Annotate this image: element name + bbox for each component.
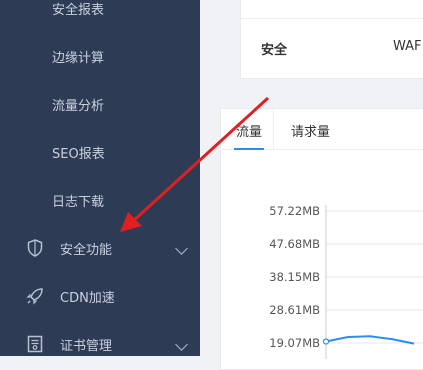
y-tick-label: 38.15MB: [269, 270, 320, 284]
chevron-down-icon: [175, 338, 188, 351]
sidebar-item-cdn[interactable]: CDN加速: [0, 272, 200, 320]
y-tick-label: 28.61MB: [269, 303, 320, 317]
main-content: 安全 WAF 流量 请求量 57.22MB 47.68MB 38.15MB 28.61…: [200, 0, 423, 370]
certificate-icon: [26, 335, 44, 353]
divider: [241, 18, 423, 19]
sidebar-item-security-features[interactable]: 安全功能: [0, 224, 200, 272]
sidebar-item-label: 安全功能: [60, 242, 113, 258]
sidebar-item-label: 证书管理: [60, 338, 113, 354]
sidebar-item-log-download[interactable]: 日志下载: [0, 176, 200, 224]
sidebar: 安全报表 边缘计算 流量分析 SEO报表 日志下载 安全功能 CDN加速 证书管…: [0, 0, 200, 356]
shield-icon: [26, 239, 44, 257]
sidebar-item-edge-computing[interactable]: 边缘计算: [0, 32, 200, 80]
info-row-key: 安全: [261, 43, 288, 58]
sidebar-item-label: SEO报表: [52, 146, 105, 162]
sidebar-item-label: CDN加速: [60, 290, 115, 306]
chevron-down-icon: [175, 242, 188, 255]
sidebar-item-label: 流量分析: [52, 98, 105, 114]
info-row-value: WAF: [393, 39, 422, 54]
sidebar-item-label: 边缘计算: [52, 50, 105, 66]
info-card: 安全 WAF: [240, 0, 423, 79]
y-tick-label: 57.22MB: [269, 204, 320, 218]
sidebar-item-traffic-analysis[interactable]: 流量分析: [0, 80, 200, 128]
rocket-icon: [26, 287, 44, 305]
chart-card: 流量 请求量 57.22MB 47.68MB 38.15MB 28.61MB 19.07…: [220, 108, 423, 370]
y-tick-label: 47.68MB: [269, 237, 320, 251]
traffic-line-chart: 57.22MB 47.68MB 38.15MB 28.61MB 19.07MB: [269, 204, 423, 359]
sidebar-item-certificate-management[interactable]: 证书管理: [0, 320, 200, 368]
data-point: [322, 338, 330, 345]
sidebar-item-seo-report[interactable]: SEO报表: [0, 128, 200, 176]
sidebar-item-label: 安全报表: [52, 2, 105, 18]
sidebar-item-security-report[interactable]: 安全报表: [0, 0, 200, 32]
y-tick-label: 19.07MB: [269, 336, 320, 350]
sidebar-item-label: 日志下载: [52, 194, 105, 210]
